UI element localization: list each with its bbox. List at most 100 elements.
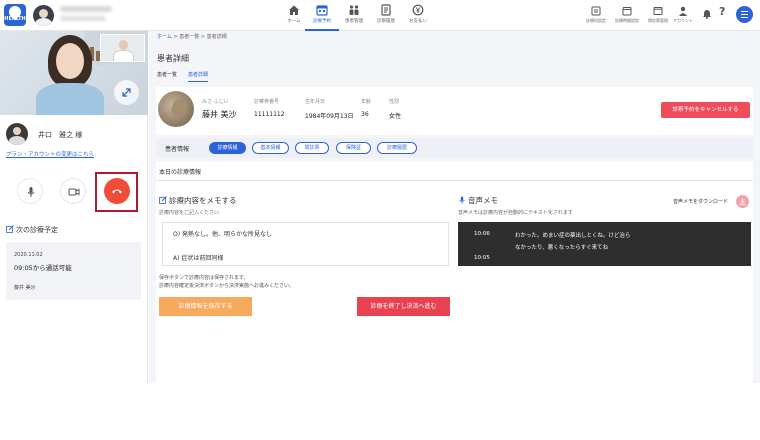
age-label: 年齢 (361, 99, 372, 105)
download-voice-memo-label[interactable]: 音声メモをダウンロード (673, 198, 728, 205)
memo-line: O) 発熱なし。他、明らかな所見なし (173, 231, 272, 238)
today-medical-card: 本日の診療情報 診療内容をメモする 診療内容をご記入ください O) 発熱なし。他… (156, 162, 753, 383)
voice-memo-heading: 音声メモ (458, 195, 498, 206)
memo-line: A) 症状は前回同様 (173, 255, 224, 262)
doctor-name-redacted (60, 6, 112, 12)
patient-name: 藤井 美沙 (202, 110, 237, 119)
payment-note: 診療内容確定後決済ボタンから決済実施へお進みください。 (159, 283, 295, 289)
next-appointment-title: 次の診療予定 (16, 226, 58, 234)
cancel-reservation-button[interactable]: 診察予約をキャンセルする (661, 102, 750, 118)
edit-icon (159, 196, 167, 204)
save-note: 保存ボタンで診療内容は保存されます。 (159, 275, 249, 281)
breadcrumb-patient-list[interactable]: 患者一覧 (179, 34, 199, 40)
nav-patients-label: 患者管理 (345, 19, 363, 24)
next-appointment-patient: 藤井 美沙 (14, 285, 36, 291)
nav-reservation[interactable]: 診療予約 (305, 3, 339, 31)
transcript-time: 10:05 (474, 255, 490, 261)
next-appointment-card[interactable]: 2020.11.02 09:05から通話可能 藤井 美沙 (6, 242, 141, 300)
bell-icon[interactable] (702, 9, 712, 19)
help-icon[interactable]: ? (719, 5, 725, 18)
breadcrumb: ホーム > 患者一覧 > 患者詳細 (157, 33, 227, 40)
memo-subtitle: 診療内容をご記入ください (159, 210, 220, 216)
nav-payment[interactable]: お支払い (401, 3, 435, 31)
breadcrumb-separator: > (199, 34, 207, 40)
tab-medical-info[interactable]: 診療情報 (209, 142, 246, 154)
voice-memo-title: 音声メモ (468, 196, 498, 205)
department-icon (591, 6, 601, 16)
caller-name: 井口 雅之 様 (38, 131, 83, 139)
microphone-icon (459, 196, 465, 204)
download-icon (739, 198, 746, 205)
patient-kana: みさ ふじい (202, 99, 229, 105)
sex-value: 女性 (389, 113, 402, 120)
video-camera-icon (68, 188, 80, 196)
nav-account[interactable]: アカウント (665, 6, 701, 24)
patient-summary-card: みさ ふじい 藤井 美沙 診察券番号 11111112 生年月日 1984年09… (156, 87, 753, 135)
next-appointment-heading: 次の診療予定 (6, 225, 58, 235)
download-voice-memo-button[interactable] (736, 195, 749, 208)
today-title: 本日の診療情報 (159, 169, 202, 176)
hang-up-icon (112, 189, 122, 194)
nav-payment-label: お支払い (409, 19, 427, 24)
doctor-avatar[interactable] (33, 5, 54, 26)
save-medical-info-button[interactable]: 診療情報を保存する (159, 297, 252, 316)
calendar-icon (316, 5, 328, 16)
self-video-preview[interactable] (100, 34, 145, 62)
finish-and-pay-button[interactable]: 診療を終了し決済へ進む (357, 297, 450, 316)
next-appointment-time: 09:05から通話可能 (14, 264, 72, 272)
breadcrumb-home[interactable]: ホーム (157, 34, 172, 40)
camera-button[interactable] (60, 178, 86, 204)
account-icon (679, 6, 687, 16)
questionnaire-icon (653, 7, 663, 15)
voice-transcript[interactable]: 10:06 わかった。めまい症の薬出しとくね。けど治ら なかったり、悪くなったら… (458, 222, 751, 266)
tab-patient-detail[interactable]: 患者詳細 (188, 71, 209, 82)
end-call-button[interactable] (104, 178, 130, 204)
tab-basic-info[interactable]: 基本情報 (252, 142, 289, 154)
birth-label: 生年月日 (305, 99, 326, 105)
divider (156, 180, 753, 181)
nav-history[interactable]: 診察履歴 (369, 3, 403, 31)
top-bar: HEALTH ホーム 診療予約 患者管理 診察履歴 お支払い 診療科設定 診療時… (0, 0, 760, 31)
payment-icon (412, 4, 424, 16)
transcript-time: 10:06 (474, 231, 490, 237)
mic-button[interactable] (17, 178, 43, 204)
age-value: 36 (361, 111, 369, 118)
memo-title: 診療内容をメモする (169, 196, 237, 205)
plan-account-link[interactable]: プラン・アカウントの変更はこちら (6, 150, 94, 158)
tab-patient-list[interactable]: 患者一覧 (157, 71, 177, 81)
transcript-text: なかったり、悪くなったらすぐ来てね (515, 245, 609, 251)
history-icon (381, 4, 391, 16)
nav-history-label: 診察履歴 (377, 19, 395, 24)
birth-value: 1984年09月13日 (305, 113, 354, 120)
voice-memo-subtitle: 音声メモは診療内容が自動的にテキスト化されます (458, 210, 573, 216)
app-logo[interactable]: HEALTH (4, 4, 26, 26)
transcript-text: わかった。めまい症の薬出しとくね。けど治ら (515, 233, 631, 239)
memo-textarea[interactable]: O) 発熱なし。他、明らかな所見なし A) 症状は前回同様 (162, 222, 449, 266)
caller-info: 井口 雅之 様 (6, 123, 146, 147)
nav-account-label: アカウント (673, 18, 693, 23)
card-number-label: 診察券番号 (254, 99, 280, 105)
clinic-name-redacted (60, 16, 106, 21)
card-number-value: 11111112 (254, 111, 285, 118)
caller-avatar (6, 123, 28, 145)
patient-info-tabs: 患者情報 診療情報 基本情報 問診票 保険証 診療履歴 (156, 138, 753, 158)
main-content: ホーム > 患者一覧 > 患者詳細 患者詳細 患者一覧 患者詳細 みさ ふじい … (149, 31, 760, 383)
tab-medical-history[interactable]: 診療履歴 (377, 142, 417, 154)
patient-video (0, 31, 148, 115)
home-icon (289, 5, 299, 15)
breadcrumb-current: 患者詳細 (206, 34, 227, 40)
nav-patients[interactable]: 患者管理 (337, 3, 371, 31)
microphone-icon (27, 187, 35, 197)
menu-icon[interactable] (736, 6, 753, 23)
expand-icon (122, 88, 131, 97)
expand-video-button[interactable] (114, 80, 139, 105)
patient-photo (158, 91, 194, 127)
edit-icon (6, 225, 14, 233)
tab-insurance[interactable]: 保険証 (336, 142, 371, 154)
patient-info-label: 患者情報 (165, 146, 190, 153)
memo-heading: 診療内容をメモする (159, 195, 237, 206)
schedule-icon (622, 7, 632, 16)
nav-reservation-label: 診療予約 (313, 19, 331, 24)
next-appointment-date: 2020.11.02 (14, 252, 43, 258)
tab-questionnaire[interactable]: 問診票 (295, 142, 329, 154)
